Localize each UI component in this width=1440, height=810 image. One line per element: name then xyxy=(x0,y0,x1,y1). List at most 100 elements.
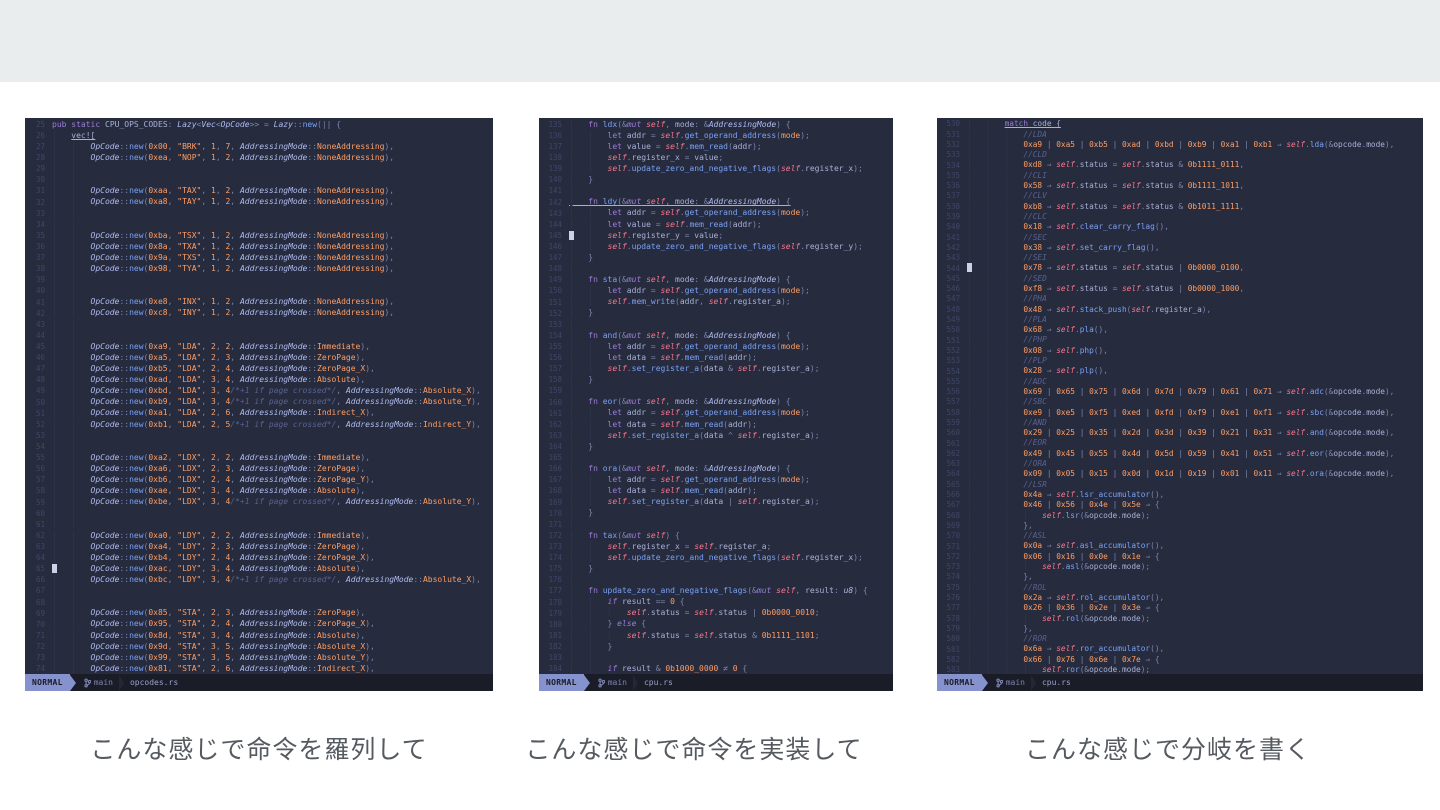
code-line[interactable]: 555 │ │ │ //ADC xyxy=(937,376,1423,386)
code-line[interactable]: 561 │ │ │ //EOR xyxy=(937,438,1423,448)
code-line[interactable]: 63 │ │ OpCode::new(0xa4, "LDY", 2, 3, Add… xyxy=(25,541,493,552)
code-line[interactable]: 50 │ │ OpCode::new(0xb9, "LDA", 3, 4/*+1 … xyxy=(25,397,493,408)
code-line[interactable]: 70 │ │ OpCode::new(0x95, "STA", 2, 4, Add… xyxy=(25,619,493,630)
code-line[interactable]: 148 │ xyxy=(539,263,893,274)
code-line[interactable]: 149 │ fn sta(&mut self, mode: &Addressing… xyxy=(539,275,893,286)
code-line[interactable]: 163 │ │ self.set_register_a(data ^ self.r… xyxy=(539,430,893,441)
code-line[interactable]: 60 │ │ xyxy=(25,508,493,519)
code-line[interactable]: 48 │ │ OpCode::new(0xad, "LDA", 3, 4, Add… xyxy=(25,375,493,386)
code-line[interactable]: 135 │ fn ldx(&mut self, mode: &Addressing… xyxy=(539,119,893,130)
code-line[interactable]: 533 │ │ │ //CLD xyxy=(937,150,1423,160)
code-line[interactable]: 560 │ │ │ 0x29 | 0x25 | 0x35 | 0x2d | 0x3… xyxy=(937,428,1423,438)
code-line[interactable]: 564 │ │ │ 0x09 | 0x05 | 0x15 | 0x0d | 0x1… xyxy=(937,469,1423,479)
code-line[interactable]: 140 │ } xyxy=(539,175,893,186)
code-line[interactable]: 162 │ │ let data = self.mem_read(addr); xyxy=(539,419,893,430)
code-line[interactable]: 155 │ │ let addr = self.get_operand_addre… xyxy=(539,341,893,352)
code-line[interactable]: 36 │ │ OpCode::new(0x8a, "TXA", 1, 2, Add… xyxy=(25,241,493,252)
code-line[interactable]: 552 │ │ │ 0x08 ⇒ self.php(), xyxy=(937,346,1423,356)
code-line[interactable]: 542 │ │ │ 0x38 ⇒ self.set_carry_flag(), xyxy=(937,243,1423,253)
code-line[interactable]: 55 │ │ OpCode::new(0xa2, "LDX", 2, 2, Add… xyxy=(25,452,493,463)
code-line[interactable]: 557 │ │ │ //SBC xyxy=(937,397,1423,407)
code-line[interactable]: 145 │ self.register_y = value; xyxy=(539,230,893,241)
code-line[interactable]: 73 │ │ OpCode::new(0x99, "STA", 3, 5, Add… xyxy=(25,652,493,663)
code-line[interactable]: 180 │ │ } else { xyxy=(539,619,893,630)
code-line[interactable]: 43 │ │ xyxy=(25,319,493,330)
code-line[interactable]: 27 │ │ OpCode::new(0x00, "BRK", 1, 7, Add… xyxy=(25,141,493,152)
code-line[interactable]: 69 │ │ OpCode::new(0x85, "STA", 2, 3, Add… xyxy=(25,608,493,619)
code-line[interactable]: 545 │ │ │ //SED xyxy=(937,273,1423,283)
code-line[interactable]: 28 │ │ OpCode::new(0xea, "NOP", 1, 2, Add… xyxy=(25,152,493,163)
code-line[interactable]: 550 │ │ │ 0x68 ⇒ self.pla(), xyxy=(937,325,1423,335)
code-line[interactable]: 173 │ │ self.register_x = self.register_a… xyxy=(539,541,893,552)
code-line[interactable]: 37 │ │ OpCode::new(0x9a, "TXS", 1, 2, Add… xyxy=(25,252,493,263)
code-line[interactable]: 26 │ vec![ xyxy=(25,130,493,141)
code-line[interactable]: 147 │ } xyxy=(539,252,893,263)
code-line[interactable]: 563 │ │ │ //ORA xyxy=(937,459,1423,469)
code-line[interactable]: 156 │ │ let data = self.mem_read(addr); xyxy=(539,352,893,363)
code-line[interactable]: 575 │ │ │ //ROL xyxy=(937,582,1423,592)
code-line[interactable]: 167 │ │ let addr = self.get_operand_addre… xyxy=(539,475,893,486)
code-line[interactable]: 553 │ │ │ //PLP xyxy=(937,356,1423,366)
code-line[interactable]: 566 │ │ │ 0x4a ⇒ self.lsr_accumulator(), xyxy=(937,490,1423,500)
code-line[interactable]: 571 │ │ │ 0x0a ⇒ self.asl_accumulator(), xyxy=(937,541,1423,551)
code-line[interactable]: 177 │ fn update_zero_and_negative_flags(&… xyxy=(539,586,893,597)
code-line[interactable]: 169 │ │ self.set_register_a(data | self.r… xyxy=(539,497,893,508)
code-line[interactable]: 578 │ │ │ │ self.rol(&opcode.mode); xyxy=(937,613,1423,623)
code-line[interactable]: 52 │ │ OpCode::new(0xb1, "LDA", 2, 5/*+1 … xyxy=(25,419,493,430)
code-line[interactable]: 64 │ │ OpCode::new(0xb4, "LDY", 2, 4, Add… xyxy=(25,552,493,563)
code-line[interactable]: 58 │ │ OpCode::new(0xae, "LDX", 3, 4, Add… xyxy=(25,486,493,497)
code-line[interactable]: 179 │ │ │ self.status = self.status | 0b0… xyxy=(539,608,893,619)
code-line[interactable]: 38 │ │ OpCode::new(0x98, "TYA", 1, 2, Add… xyxy=(25,263,493,274)
code-line[interactable]: 172 │ fn tax(&mut self) { xyxy=(539,530,893,541)
code-line[interactable]: 567 │ │ │ 0x46 | 0x56 | 0x4e | 0x5e ⇒ { xyxy=(937,500,1423,510)
code-line[interactable]: 33 │ │ xyxy=(25,208,493,219)
code-line[interactable]: 569 │ │ │ }, xyxy=(937,521,1423,531)
code-line[interactable]: 143 │ │ let addr = self.get_operand_addre… xyxy=(539,208,893,219)
code-line[interactable]: 168 │ │ let data = self.mem_read(addr); xyxy=(539,486,893,497)
code-line[interactable]: 181 │ │ │ self.status = self.status & 0b1… xyxy=(539,630,893,641)
code-line[interactable]: 577 │ │ │ 0x26 | 0x36 | 0x2e | 0x3e ⇒ { xyxy=(937,603,1423,613)
code-line[interactable]: 547 │ │ │ //PHA xyxy=(937,294,1423,304)
code-line[interactable]: 137 │ │ let value = self.mem_read(addr); xyxy=(539,141,893,152)
code-area-cpu-impl[interactable]: 135 │ fn ldx(&mut self, mode: &Addressing… xyxy=(539,118,893,675)
code-line[interactable]: 68 │ │ xyxy=(25,597,493,608)
code-line[interactable]: 165 │ xyxy=(539,452,893,463)
code-line[interactable]: 62 │ │ OpCode::new(0xa0, "LDY", 2, 2, Add… xyxy=(25,530,493,541)
code-line[interactable]: 153 │ xyxy=(539,319,893,330)
code-line[interactable]: 534 │ │ │ 0xd8 ⇒ self.status = self.statu… xyxy=(937,160,1423,170)
code-line[interactable]: 532 │ │ │ 0xa9 | 0xa5 | 0xb5 | 0xad | 0xb… xyxy=(937,140,1423,150)
code-line[interactable]: 59 │ │ OpCode::new(0xbe, "LDX", 3, 4/*+1 … xyxy=(25,497,493,508)
code-line[interactable]: 57 │ │ OpCode::new(0xb6, "LDX", 2, 4, Add… xyxy=(25,475,493,486)
code-line[interactable]: 538 │ │ │ 0xb8 ⇒ self.status = self.statu… xyxy=(937,201,1423,211)
code-line[interactable]: 138 │ │ self.register_x = value; xyxy=(539,152,893,163)
code-line[interactable]: 160 │ fn eor(&mut self, mode: &Addressing… xyxy=(539,397,893,408)
code-line[interactable]: 174 │ │ self.update_zero_and_negative_fla… xyxy=(539,552,893,563)
code-line[interactable]: 159 │ xyxy=(539,386,893,397)
code-line[interactable]: 56 │ │ OpCode::new(0xa6, "LDX", 2, 3, Add… xyxy=(25,463,493,474)
code-line[interactable]: 151 │ │ self.mem_write(addr, self.registe… xyxy=(539,297,893,308)
code-line[interactable]: 41 │ │ OpCode::new(0xe8, "INX", 1, 2, Add… xyxy=(25,297,493,308)
code-line[interactable]: 49 │ │ OpCode::new(0xbd, "LDA", 3, 4/*+1 … xyxy=(25,386,493,397)
code-line[interactable]: 45 │ │ OpCode::new(0xa9, "LDA", 2, 2, Add… xyxy=(25,341,493,352)
code-line[interactable]: 164 │ } xyxy=(539,441,893,452)
code-line[interactable]: 39 │ │ xyxy=(25,275,493,286)
code-line[interactable]: 40 │ │ xyxy=(25,286,493,297)
code-line[interactable]: 30 │ │ xyxy=(25,175,493,186)
code-line[interactable]: 46 │ │ OpCode::new(0xa5, "LDA", 2, 3, Add… xyxy=(25,352,493,363)
code-line[interactable]: 183 │ │ xyxy=(539,652,893,663)
code-line[interactable]: 582 │ │ │ 0x66 | 0x76 | 0x6e | 0x7e ⇒ { xyxy=(937,654,1423,664)
code-line[interactable]: 556 │ │ │ 0x69 | 0x65 | 0x75 | 0x6d | 0x7… xyxy=(937,387,1423,397)
code-line[interactable]: 42 │ │ OpCode::new(0xc8, "INY", 1, 2, Add… xyxy=(25,308,493,319)
code-line[interactable]: 72 │ │ OpCode::new(0x9d, "STA", 3, 5, Add… xyxy=(25,641,493,652)
code-line[interactable]: 535 │ │ │ //CLI xyxy=(937,170,1423,180)
code-line[interactable]: 74 │ │ OpCode::new(0x81, "STA", 2, 6, Add… xyxy=(25,663,493,674)
code-line[interactable]: 158 │ } xyxy=(539,375,893,386)
code-line[interactable]: 580 │ │ │ //ROR xyxy=(937,634,1423,644)
code-line[interactable]: 568 │ │ │ │ self.lsr(&opcode.mode); xyxy=(937,510,1423,520)
code-line[interactable]: 35 │ │ OpCode::new(0xba, "TSX", 1, 2, Add… xyxy=(25,230,493,241)
code-line[interactable]: 573 │ │ │ │ self.asl(&opcode.mode); xyxy=(937,562,1423,572)
code-line[interactable]: 47 │ │ OpCode::new(0xb5, "LDA", 2, 4, Add… xyxy=(25,363,493,374)
code-line[interactable]: 136 │ │ let addr = self.get_operand_addre… xyxy=(539,130,893,141)
code-line[interactable]: 530 │ │ match code { xyxy=(937,119,1423,129)
code-line[interactable]: 65 │ OpCode::new(0xac, "LDY", 3, 4, Addr… xyxy=(25,563,493,574)
